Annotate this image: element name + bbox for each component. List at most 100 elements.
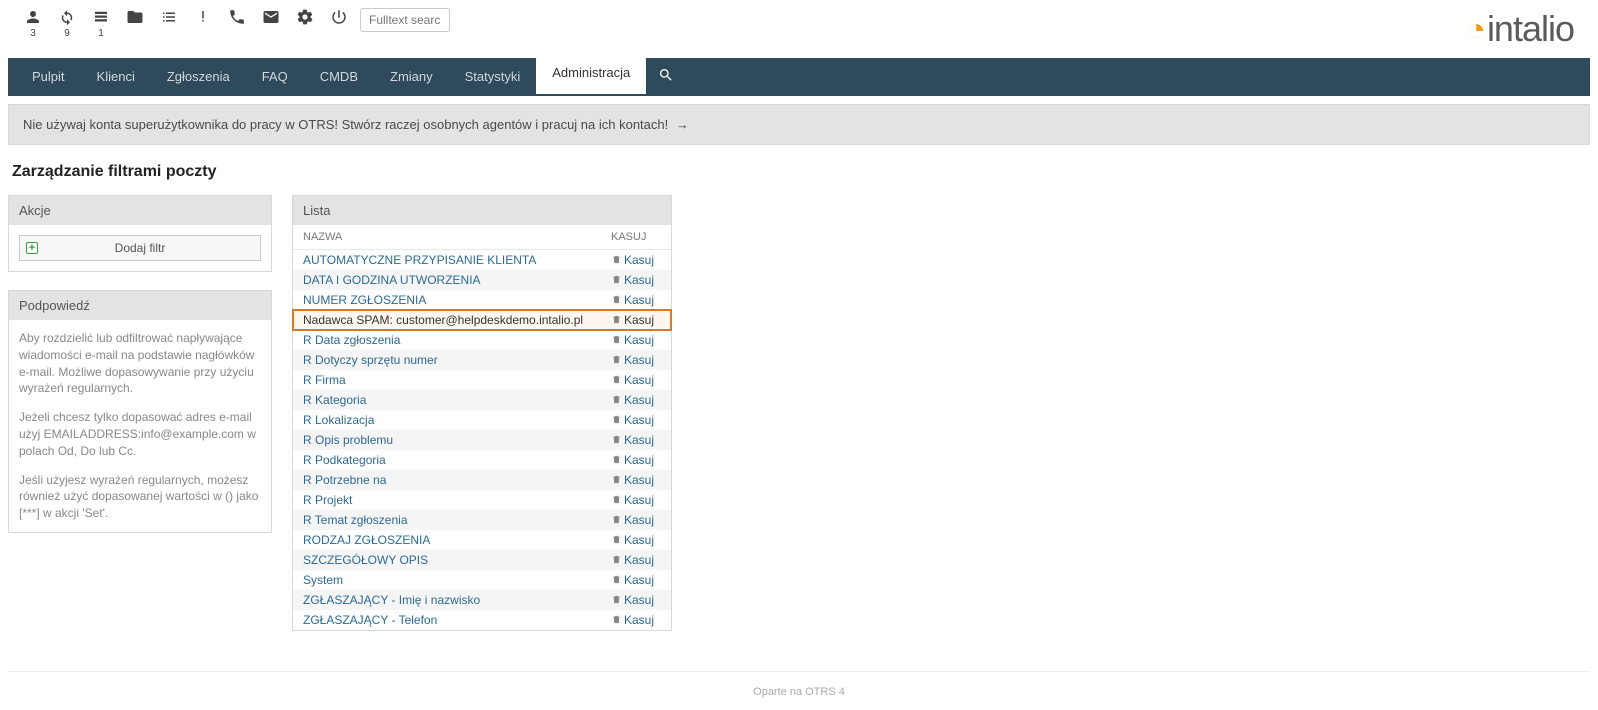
delete-link[interactable]: Kasuj: [601, 610, 671, 630]
nav-cmdb[interactable]: CMDB: [304, 58, 374, 96]
filter-name[interactable]: Nadawca SPAM: customer@helpdeskdemo.inta…: [293, 310, 601, 330]
trash-icon: [611, 373, 622, 387]
filter-name[interactable]: R Data zgłoszenia: [293, 330, 601, 350]
table-row: RODZAJ ZGŁOSZENIA Kasuj: [293, 530, 671, 550]
nav-faq[interactable]: FAQ: [246, 58, 304, 96]
delete-link[interactable]: Kasuj: [601, 290, 671, 310]
trash-icon: [611, 413, 622, 427]
list-title: Lista: [293, 196, 671, 225]
table-row: R Firma Kasuj: [293, 370, 671, 390]
nav-statystyki[interactable]: Statystyki: [449, 58, 537, 96]
filter-name[interactable]: System: [293, 570, 601, 590]
filter-name[interactable]: R Firma: [293, 370, 601, 390]
trash-icon: [611, 253, 622, 267]
table-row: R Lokalizacja Kasuj: [293, 410, 671, 430]
delete-link[interactable]: Kasuj: [601, 530, 671, 550]
list-icon[interactable]: [152, 8, 186, 39]
filter-name[interactable]: R Podkategoria: [293, 450, 601, 470]
actions-widget: Akcje + Dodaj filtr: [8, 195, 272, 272]
warning-bar: Nie używaj konta superużytkownika do pra…: [8, 104, 1590, 145]
warning-arrow-icon[interactable]: →: [676, 117, 689, 132]
delete-link[interactable]: Kasuj: [601, 550, 671, 570]
delete-link[interactable]: Kasuj: [601, 310, 671, 330]
filter-name[interactable]: R Dotyczy sprzętu numer: [293, 350, 601, 370]
delete-link[interactable]: Kasuj: [601, 510, 671, 530]
filter-name[interactable]: NUMER ZGŁOSZENIA: [293, 290, 601, 310]
logo: ◔intalio: [1467, 8, 1574, 50]
filter-name[interactable]: RODZAJ ZGŁOSZENIA: [293, 530, 601, 550]
trash-icon: [611, 573, 622, 587]
actions-title: Akcje: [9, 196, 271, 225]
delete-link[interactable]: Kasuj: [601, 490, 671, 510]
nav-administracja[interactable]: Administracja: [536, 54, 646, 94]
nav-search-icon[interactable]: [646, 67, 686, 88]
power-icon[interactable]: [322, 8, 356, 39]
trash-icon: [611, 593, 622, 607]
filter-name[interactable]: R Potrzebne na: [293, 470, 601, 490]
mail-icon[interactable]: [254, 8, 288, 39]
top-toolbar: 391 ◔intalio: [8, 0, 1590, 58]
trash-icon: [611, 333, 622, 347]
trash-icon: [611, 433, 622, 447]
trash-icon: [611, 393, 622, 407]
logo-icon: ◔: [1467, 11, 1485, 48]
table-row: SZCZEGÓŁOWY OPIS Kasuj: [293, 550, 671, 570]
delete-link[interactable]: Kasuj: [601, 410, 671, 430]
filter-name[interactable]: R Opis problemu: [293, 430, 601, 450]
delete-link[interactable]: Kasuj: [601, 390, 671, 410]
table-row: R Dotyczy sprzętu numer Kasuj: [293, 350, 671, 370]
refresh-icon[interactable]: 9: [50, 8, 84, 39]
filter-name[interactable]: DATA I GODZINA UTWORZENIA: [293, 270, 601, 290]
page-title: Zarządzanie filtrami poczty: [12, 163, 1586, 181]
gear-icon[interactable]: [288, 8, 322, 39]
delete-link[interactable]: Kasuj: [601, 450, 671, 470]
table-row: R Projekt Kasuj: [293, 490, 671, 510]
phone-icon[interactable]: [220, 8, 254, 39]
delete-link[interactable]: Kasuj: [601, 370, 671, 390]
nav-zmiany[interactable]: Zmiany: [374, 58, 449, 96]
trash-icon: [611, 553, 622, 567]
table-row: R Data zgłoszenia Kasuj: [293, 330, 671, 350]
filter-name[interactable]: AUTOMATYCZNE PRZYPISANIE KLIENTA: [293, 250, 601, 271]
trash-icon: [611, 353, 622, 367]
search-input[interactable]: [360, 8, 450, 32]
delete-link[interactable]: Kasuj: [601, 570, 671, 590]
delete-link[interactable]: Kasuj: [601, 590, 671, 610]
list-widget: Lista NAZWA KASUJ AUTOMATYCZNE PRZYPISAN…: [292, 195, 672, 631]
add-filter-button[interactable]: + Dodaj filtr: [19, 235, 261, 261]
trash-icon: [611, 453, 622, 467]
exclaim-icon[interactable]: [186, 8, 220, 39]
filter-name[interactable]: R Kategoria: [293, 390, 601, 410]
delete-link[interactable]: Kasuj: [601, 350, 671, 370]
table-row: R Potrzebne na Kasuj: [293, 470, 671, 490]
trash-icon: [611, 273, 622, 287]
nav-pulpit[interactable]: Pulpit: [16, 58, 81, 96]
delete-link[interactable]: Kasuj: [601, 330, 671, 350]
nav-klienci[interactable]: Klienci: [81, 58, 151, 96]
col-name: NAZWA: [293, 225, 601, 250]
filter-name[interactable]: R Projekt: [293, 490, 601, 510]
trash-icon: [611, 513, 622, 527]
filter-table: NAZWA KASUJ AUTOMATYCZNE PRZYPISANIE KLI…: [293, 225, 671, 630]
filter-name[interactable]: R Temat zgłoszenia: [293, 510, 601, 530]
nav-zgłoszenia[interactable]: Zgłoszenia: [151, 58, 246, 96]
hint-paragraph: Jeżeli chcesz tylko dopasować adres e-ma…: [19, 409, 261, 459]
filter-name[interactable]: ZGŁASZAJĄCY - Telefon: [293, 610, 601, 630]
stack-icon[interactable]: 1: [84, 8, 118, 39]
hint-title: Podpowiedź: [9, 291, 271, 320]
trash-icon: [611, 313, 622, 327]
trash-icon: [611, 293, 622, 307]
folder-icon[interactable]: [118, 8, 152, 39]
delete-link[interactable]: Kasuj: [601, 270, 671, 290]
delete-link[interactable]: Kasuj: [601, 250, 671, 271]
delete-link[interactable]: Kasuj: [601, 470, 671, 490]
table-row: NUMER ZGŁOSZENIA Kasuj: [293, 290, 671, 310]
delete-link[interactable]: Kasuj: [601, 430, 671, 450]
filter-name[interactable]: R Lokalizacja: [293, 410, 601, 430]
table-row: ZGŁASZAJĄCY - Telefon Kasuj: [293, 610, 671, 630]
filter-name[interactable]: SZCZEGÓŁOWY OPIS: [293, 550, 601, 570]
filter-name[interactable]: ZGŁASZAJĄCY - Imię i nazwisko: [293, 590, 601, 610]
table-row: System Kasuj: [293, 570, 671, 590]
person-icon[interactable]: 3: [16, 8, 50, 39]
trash-icon: [611, 613, 622, 627]
